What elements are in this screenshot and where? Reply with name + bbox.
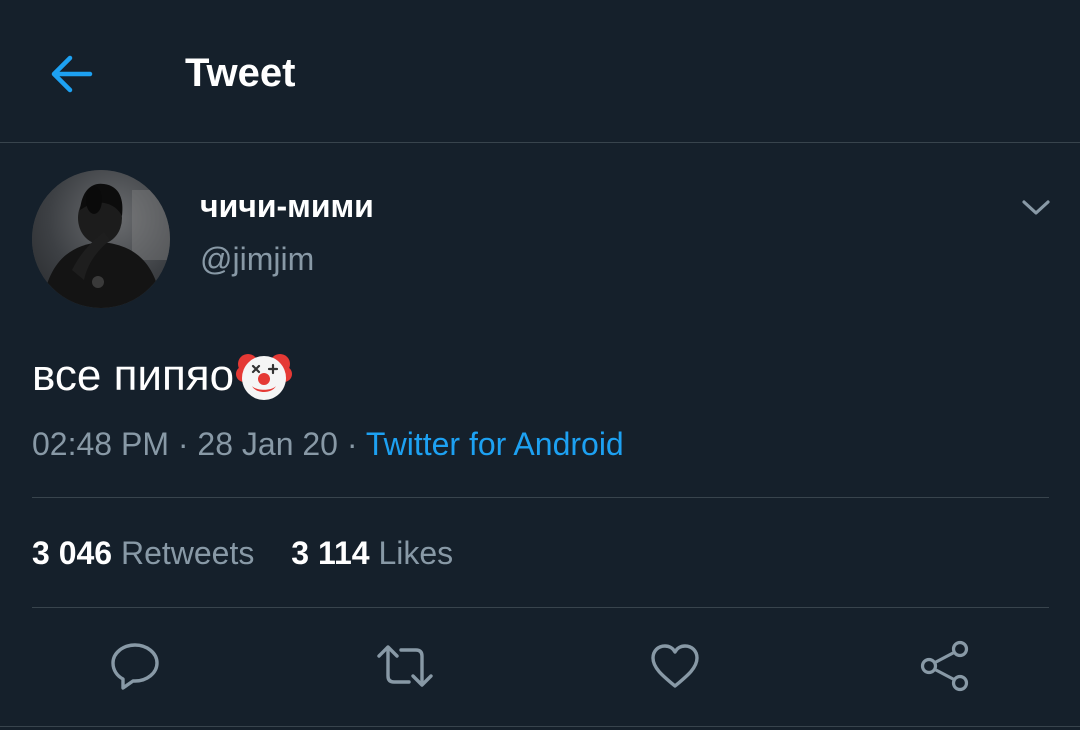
tweet-metadata: 02:48 PM · 28 Jan 20 · Twitter for Andro… bbox=[32, 424, 624, 464]
retweets-count: 3 046 bbox=[32, 535, 113, 571]
likes-count: 3 114 bbox=[291, 535, 370, 571]
share-icon bbox=[920, 640, 969, 692]
author-display-name[interactable]: чичи-мими bbox=[200, 187, 374, 225]
engagement-stats: 3 046 Retweets 3 114 Likes bbox=[32, 533, 453, 573]
separator-dot: · bbox=[346, 426, 358, 462]
retweets-label: Retweets bbox=[120, 535, 255, 571]
page-title: Tweet bbox=[185, 51, 296, 95]
retweet-icon bbox=[377, 645, 433, 687]
avatar-image bbox=[32, 170, 170, 308]
share-button[interactable] bbox=[915, 636, 975, 696]
top-bar: Tweet bbox=[0, 0, 1080, 143]
arrow-left-icon bbox=[51, 55, 93, 93]
divider bbox=[0, 726, 1080, 727]
divider bbox=[32, 497, 1049, 498]
tweet-text-content: все пипяо bbox=[32, 351, 235, 400]
divider bbox=[32, 607, 1049, 608]
more-options-button[interactable] bbox=[1012, 186, 1060, 230]
tweet-date: 28 Jan 20 bbox=[197, 426, 338, 462]
tweet-source-link[interactable]: Twitter for Android bbox=[366, 426, 624, 462]
separator-dot: · bbox=[177, 426, 189, 462]
retweet-button[interactable] bbox=[375, 636, 435, 696]
reply-icon bbox=[111, 643, 159, 690]
likes-label: Likes bbox=[378, 535, 454, 571]
likes-stat[interactable]: 3 114 Likes bbox=[291, 533, 453, 573]
clown-face-icon bbox=[236, 354, 293, 400]
avatar[interactable] bbox=[32, 170, 170, 308]
retweets-stat[interactable]: 3 046 Retweets bbox=[32, 533, 254, 573]
tweet-text: все пипяо bbox=[32, 348, 293, 404]
tweet-time: 02:48 PM bbox=[32, 426, 169, 462]
chevron-down-icon bbox=[1022, 200, 1050, 215]
back-button[interactable] bbox=[44, 46, 100, 102]
heart-icon bbox=[651, 644, 699, 688]
like-button[interactable] bbox=[645, 636, 705, 696]
author-handle[interactable]: @jimjim bbox=[200, 240, 314, 278]
tweet-detail-screen: Tweet чичи-мими @jimjim все пипяо 02:48 … bbox=[0, 0, 1080, 730]
reply-button[interactable] bbox=[105, 636, 165, 696]
